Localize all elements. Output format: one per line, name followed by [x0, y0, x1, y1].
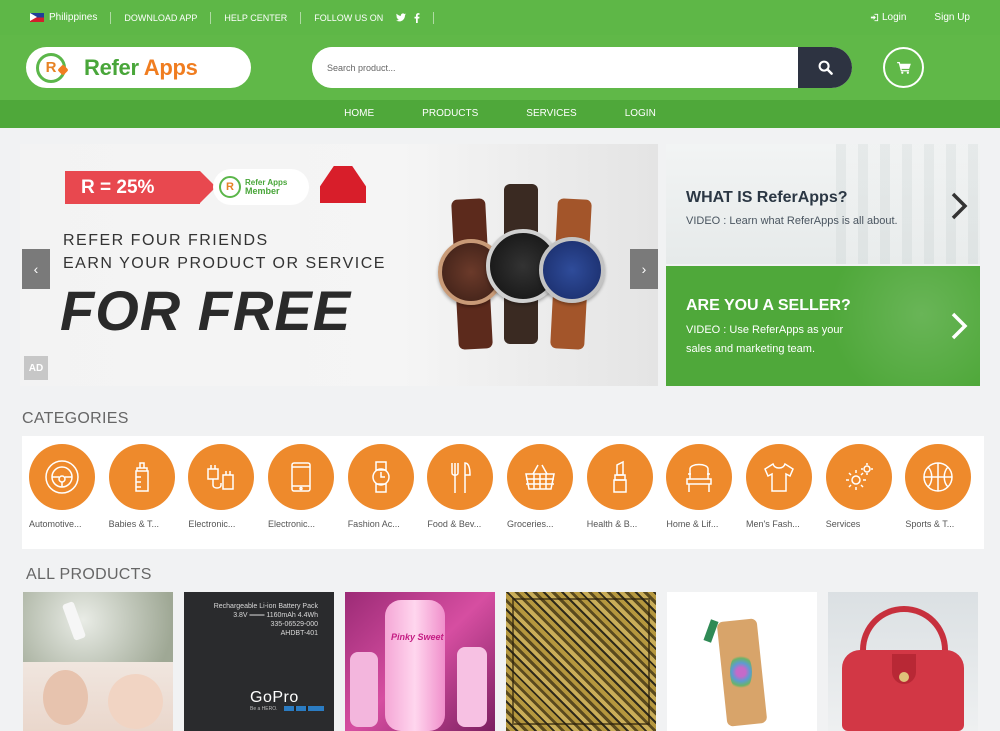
nav-home[interactable]: HOME [320, 100, 398, 128]
login-link[interactable]: Login [870, 12, 906, 23]
search-icon [818, 60, 833, 75]
cart-icon [896, 61, 911, 74]
battery-text-1: Rechargeable Li-ion Battery Pack [213, 603, 318, 610]
banner-line-2: EARN YOUR PRODUCT OR SERVICE [63, 255, 386, 272]
ad-badge: AD [24, 356, 48, 380]
referapps-logo[interactable]: R Refer Apps [26, 47, 251, 88]
nav-products[interactable]: PRODUCTS [398, 100, 502, 128]
nav-services[interactable]: SERVICES [502, 100, 600, 128]
facebook-icon[interactable] [414, 12, 420, 23]
product-card-gold-art[interactable] [506, 592, 656, 731]
category-fashion[interactable]: Fashion Ac... [347, 444, 427, 549]
chevron-right-icon [951, 312, 968, 340]
banner-prev-button[interactable]: ‹ [22, 249, 50, 289]
cart-button[interactable] [883, 47, 924, 88]
category-food[interactable]: Food & Bev... [426, 444, 506, 549]
are-you-a-seller-panel[interactable]: ARE YOU A SELLER? VIDEO : Use ReferApps … [666, 266, 980, 386]
logo-mark-icon: R [36, 52, 66, 83]
twitter-icon[interactable] [396, 12, 407, 22]
help-center-link[interactable]: HELP CENTER [211, 11, 302, 24]
battery-text-4: AHDBT-401 [280, 630, 318, 637]
refer-merchant-logo [320, 166, 366, 203]
philippines-flag-icon [30, 13, 44, 22]
what-is-text: VIDEO : Learn what ReferApps is all abou… [686, 215, 898, 227]
member-logo-icon: R [219, 176, 241, 198]
category-home[interactable]: Home & Lif... [665, 444, 745, 549]
banner-line-1: REFER FOUR FRIENDS [63, 232, 269, 249]
gopro-logo: GoPro [250, 689, 299, 706]
fork-knife-icon [451, 462, 472, 493]
categories-list: Automotive... Babies & T... Electronic..… [22, 436, 984, 549]
product-card-gopro-battery[interactable]: Rechargeable Li-ion Battery Pack 3.8V ══… [184, 592, 334, 731]
logo-text: Refer Apps [84, 54, 198, 80]
ball-icon [923, 462, 954, 492]
download-app-link[interactable]: DOWNLOAD APP [111, 11, 212, 24]
category-groceries[interactable]: Groceries... [506, 444, 586, 549]
search-bar [312, 47, 852, 88]
seller-text-2: sales and marketing team. [686, 343, 816, 355]
main-nav: HOME PRODUCTS SERVICES LOGIN [0, 100, 1000, 128]
product-card-skincare[interactable] [23, 592, 173, 731]
sign-in-icon [870, 13, 879, 22]
plug-icon [207, 465, 235, 490]
follow-us-label: FOLLOW US ON [314, 12, 384, 23]
seller-text-1: VIDEO : Use ReferApps as your [686, 324, 844, 336]
chevron-left-icon: ‹ [33, 261, 39, 277]
gear-icon [845, 463, 873, 490]
shirt-icon [764, 462, 794, 492]
category-babies[interactable]: Babies & T... [108, 444, 188, 549]
lipstick-icon [612, 460, 627, 493]
search-button[interactable] [798, 47, 852, 88]
rate-tag: R = 25% [65, 171, 216, 204]
product-card-wallet[interactable] [667, 592, 817, 731]
search-input[interactable] [312, 47, 798, 88]
chevron-right-icon [951, 192, 968, 220]
banner-next-button[interactable]: › [630, 249, 658, 289]
category-services[interactable]: Services [825, 444, 905, 549]
product-card-red-bag[interactable] [828, 592, 978, 731]
tablet-icon [291, 462, 311, 492]
seller-title: ARE YOU A SELLER? [686, 297, 851, 314]
chair-icon [686, 463, 713, 492]
category-electronics-2[interactable]: Electronic... [267, 444, 347, 549]
member-badge: R Refer Apps Member [213, 169, 309, 205]
battery-text-3: 335-06529-000 [270, 621, 319, 628]
baby-bottle-icon [134, 462, 149, 492]
category-mens-fashion[interactable]: Men's Fash... [745, 444, 825, 549]
what-is-title: WHAT IS ReferApps? [686, 189, 848, 206]
country-selector[interactable]: Philippines [30, 11, 112, 24]
signup-link[interactable]: Sign Up [934, 12, 970, 23]
what-is-referapps-panel[interactable]: WHAT IS ReferApps? VIDEO : Learn what Re… [666, 144, 980, 264]
product-card-pinky-sweet[interactable]: Pinky Sweet [345, 592, 495, 731]
category-sports[interactable]: Sports & T... [904, 444, 984, 549]
pinky-sweet-label: Pinky Sweet [391, 632, 444, 642]
top-bar: Philippines DOWNLOAD APP HELP CENTER FOL… [0, 0, 1000, 35]
battery-text-2: 3.8V ═══ 1160mAh 4.4Wh [233, 612, 318, 619]
chevron-right-icon: › [641, 261, 647, 277]
category-health[interactable]: Health & B... [586, 444, 666, 549]
all-products-title: ALL PRODUCTS [26, 566, 152, 583]
steering-wheel-icon [45, 460, 79, 494]
watch-icon [371, 461, 390, 493]
site-header: R Refer Apps [0, 35, 1000, 100]
categories-title: CATEGORIES [22, 410, 129, 427]
be-a-hero-text: Be a HERO. [250, 706, 278, 712]
basket-icon [525, 464, 555, 490]
banner-headline: FOR FREE [60, 279, 352, 342]
country-label: Philippines [49, 11, 98, 23]
category-electronics-1[interactable]: Electronic... [187, 444, 267, 549]
nav-login[interactable]: LOGIN [601, 100, 680, 128]
promo-banner[interactable]: R = 25% R Refer Apps Member REFER FOUR FR… [20, 144, 658, 386]
follow-us: FOLLOW US ON [301, 11, 435, 24]
category-automotive[interactable]: Automotive... [28, 444, 108, 549]
